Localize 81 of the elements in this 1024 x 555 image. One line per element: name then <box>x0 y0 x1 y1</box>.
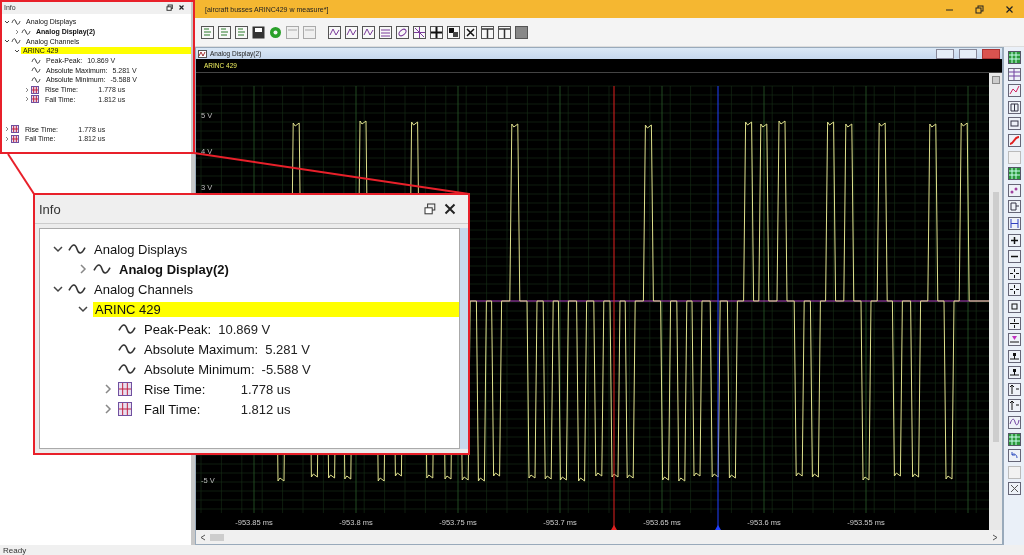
float-icon[interactable] <box>166 3 173 11</box>
vertical-scrollbar[interactable] <box>460 228 468 449</box>
cursor-line[interactable] <box>715 85 721 530</box>
tree-item-label[interactable]: Peak-Peak: <box>142 321 214 337</box>
grid-icon <box>118 382 132 396</box>
maximize-button[interactable] <box>959 48 977 59</box>
float-icon[interactable] <box>424 203 436 215</box>
undo-icon[interactable] <box>1007 449 1021 463</box>
tree-item-label[interactable]: ARINC 429 <box>93 301 459 317</box>
scatter-icon[interactable] <box>1007 183 1021 197</box>
document-icon[interactable] <box>201 25 214 39</box>
book-icon[interactable] <box>1007 100 1021 114</box>
lines-icon[interactable] <box>379 25 392 39</box>
waveform-icon[interactable] <box>345 25 358 39</box>
grid-icon[interactable] <box>413 25 426 39</box>
window-icon[interactable] <box>1007 117 1021 131</box>
table-icon[interactable] <box>481 25 494 39</box>
tree-item-value: 5.281 V <box>265 341 310 357</box>
scale-icon[interactable] <box>1007 399 1021 413</box>
tree-item-value: -5.588 V <box>261 361 311 377</box>
arrows-icon[interactable] <box>1007 283 1021 297</box>
tree-item-label[interactable]: Rise Time: <box>142 381 236 397</box>
chart-icon[interactable] <box>1007 84 1021 98</box>
close-button[interactable] <box>982 48 1000 59</box>
tree-item-value: 1.778 us <box>240 381 291 397</box>
tree-item-label[interactable]: Fall Time: <box>142 401 236 417</box>
waveform-icon <box>198 49 207 58</box>
wave-icon <box>118 322 136 336</box>
ellipse-icon[interactable] <box>396 25 409 39</box>
scroll-thumb[interactable] <box>210 533 224 541</box>
x-mark-icon[interactable] <box>464 25 477 39</box>
status-text: Ready <box>3 545 27 555</box>
close-icon[interactable] <box>444 203 456 215</box>
vertical-scrollbar[interactable] <box>989 73 1002 530</box>
minus-icon[interactable] <box>1007 250 1021 264</box>
wave-icon[interactable] <box>1007 416 1021 430</box>
document-icon[interactable] <box>218 25 231 39</box>
tree-item-value: 10.869 V <box>218 321 271 337</box>
square-icon[interactable] <box>515 25 528 39</box>
box-icon[interactable] <box>1007 299 1021 313</box>
grid-icon[interactable] <box>1007 432 1021 446</box>
arrows-icon[interactable] <box>1007 266 1021 280</box>
grid-icon <box>118 402 132 416</box>
split-icon[interactable] <box>1007 316 1021 330</box>
panel-icon[interactable] <box>991 76 1000 84</box>
marker-icon[interactable] <box>1007 333 1021 347</box>
export-icon[interactable] <box>1007 200 1021 214</box>
save-icon[interactable] <box>252 25 265 39</box>
close-icon[interactable] <box>178 3 185 11</box>
node-icon[interactable] <box>1007 366 1021 380</box>
close-icon[interactable] <box>1004 4 1014 14</box>
restore-icon[interactable] <box>974 4 984 14</box>
measure-icon[interactable] <box>1007 216 1021 230</box>
node-icon[interactable] <box>1007 349 1021 363</box>
minimize-button[interactable] <box>936 48 954 59</box>
block-icon[interactable] <box>447 25 460 39</box>
table-icon[interactable] <box>498 25 511 39</box>
wave-icon <box>68 282 86 296</box>
waveform-icon[interactable] <box>328 25 341 39</box>
tree-item-label[interactable]: Absolute Minimum: <box>142 361 257 377</box>
plus-icon[interactable] <box>1007 233 1021 247</box>
crosshair-icon[interactable] <box>430 25 443 39</box>
tree-item-label[interactable]: Analog Channels <box>92 281 459 297</box>
curve-icon[interactable] <box>1007 133 1021 147</box>
scroll-thumb[interactable] <box>992 192 999 442</box>
wave-icon <box>118 342 136 356</box>
scale-icon[interactable] <box>1007 382 1021 396</box>
panel-title: Info <box>39 201 62 217</box>
wave-icon <box>118 362 136 376</box>
cursor-line[interactable] <box>611 85 617 530</box>
grid-icon[interactable] <box>1007 167 1021 181</box>
waveform-icon[interactable] <box>362 25 375 39</box>
tree-item-label[interactable]: Analog Displays <box>92 241 459 257</box>
grid-icon[interactable] <box>1007 51 1021 64</box>
tree-item-label[interactable]: Analog Display(2) <box>117 261 459 277</box>
tree-item-value: 1.812 us <box>240 401 291 417</box>
wave-icon <box>68 242 86 256</box>
x-mark-icon[interactable] <box>1007 482 1021 496</box>
tree-item-label[interactable]: Absolute Maximum: <box>142 341 261 357</box>
wave-icon <box>93 262 111 276</box>
document-icon[interactable] <box>235 25 248 39</box>
